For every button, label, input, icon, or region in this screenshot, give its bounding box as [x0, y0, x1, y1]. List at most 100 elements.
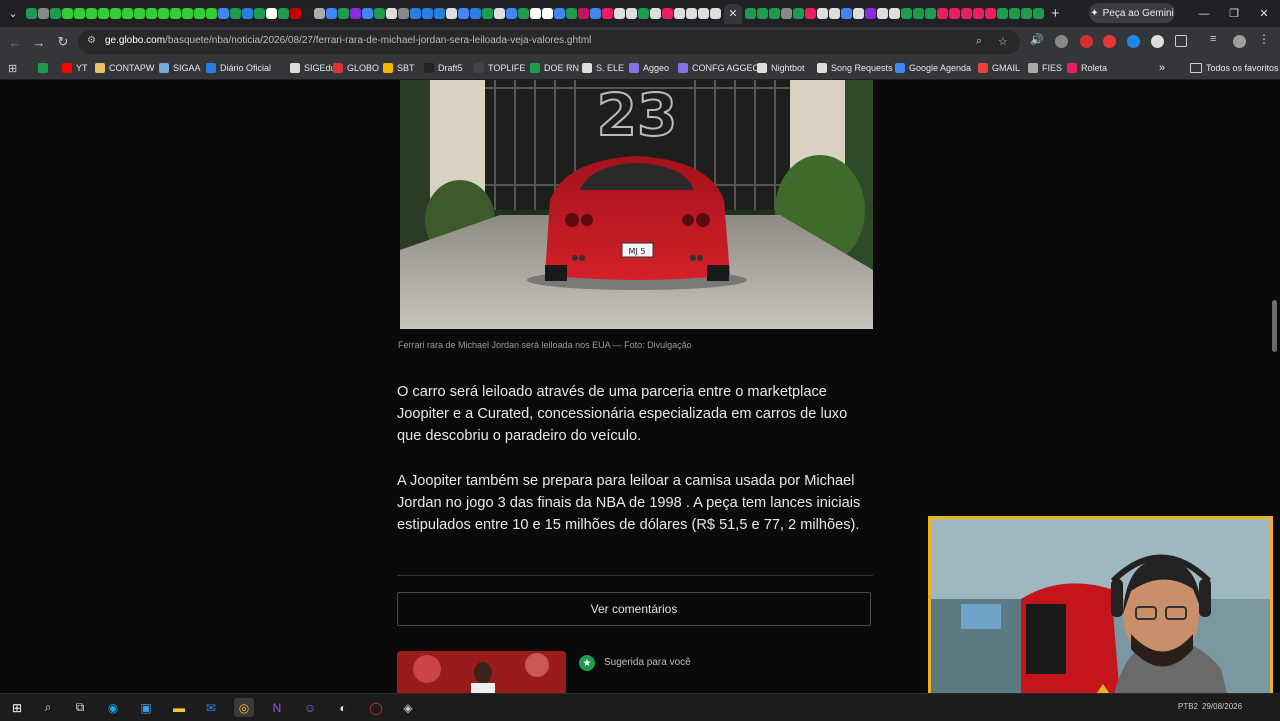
bookmark-item[interactable]: CONFG AGGEO [678, 61, 760, 75]
tab-favicon-icon[interactable] [374, 8, 385, 19]
forward-arrow-icon[interactable]: → [30, 33, 48, 51]
tab-favicon-icon[interactable] [194, 8, 205, 19]
extension-red-icon[interactable] [1080, 35, 1093, 48]
tab-favicon-icon[interactable] [841, 8, 852, 19]
tray-date[interactable]: 29/08/2026 [1202, 702, 1242, 711]
tab-favicon-icon[interactable] [482, 8, 493, 19]
search-icon[interactable]: ⌕ [38, 698, 58, 717]
browser-menu-icon[interactable]: ⋮ [1258, 32, 1271, 46]
tab-favicon-icon[interactable] [829, 8, 840, 19]
tab-favicon-icon[interactable] [410, 8, 421, 19]
tab-favicon-icon[interactable] [961, 8, 972, 19]
tab-favicon-icon[interactable] [62, 8, 73, 19]
windows-start-icon[interactable]: ⊞ [7, 698, 27, 717]
page-scrollbar[interactable] [1271, 80, 1278, 693]
tab-favicon-icon[interactable] [973, 8, 984, 19]
apps-grid-icon[interactable]: ⊞ [8, 61, 17, 75]
all-favorites-folder[interactable]: Todos os favoritos [1190, 61, 1279, 75]
bookmark-item[interactable]: Google Agenda [895, 61, 971, 75]
tray-language[interactable]: PTB2 [1178, 702, 1198, 711]
tab-favicon-icon[interactable] [182, 8, 193, 19]
tab-favicon-icon[interactable] [937, 8, 948, 19]
tab-favicon-icon[interactable] [745, 8, 756, 19]
onenote-icon[interactable]: N [267, 698, 287, 717]
tab-favicon-icon[interactable] [650, 8, 661, 19]
reading-list-icon[interactable]: ≡ [1210, 33, 1223, 46]
extensions-puzzle-icon[interactable] [1175, 35, 1187, 47]
tab-favicon-icon[interactable] [853, 8, 864, 19]
bookmark-item[interactable]: CONTAPW [95, 61, 154, 75]
tab-favicon-icon[interactable] [110, 8, 121, 19]
bookmark-item[interactable]: SBT [383, 61, 415, 75]
tab-favicon-icon[interactable] [578, 8, 589, 19]
suggested-article-thumbnail[interactable] [397, 651, 566, 695]
edge-icon[interactable]: ◉ [103, 698, 123, 717]
bookmark-item[interactable]: GLOBO [333, 61, 379, 75]
tab-favicon-icon[interactable] [518, 8, 529, 19]
tab-favicon-icon[interactable] [146, 8, 157, 19]
bookmark-item[interactable]: YT [62, 61, 88, 75]
tab-favicon-icon[interactable] [446, 8, 457, 19]
bookmark-item[interactable]: DOE RN [530, 61, 579, 75]
extension-blue-icon[interactable] [1127, 35, 1140, 48]
bookmark-star-icon[interactable]: ☆ [998, 35, 1008, 48]
bookmark-item[interactable]: S. ELE [582, 61, 624, 75]
bookmark-item[interactable]: Roleta [1067, 61, 1107, 75]
bookmarks-overflow-chevron[interactable]: » [1159, 61, 1165, 75]
tab-search-chevron-icon[interactable]: ⌄ [0, 0, 26, 27]
new-tab-icon[interactable]: + [1051, 5, 1060, 22]
minimize-icon[interactable]: — [1188, 0, 1220, 27]
tab-favicon-icon[interactable] [38, 8, 49, 19]
tab-favicon-icon[interactable] [554, 8, 565, 19]
tab-favicon-icon[interactable] [997, 8, 1008, 19]
tab-favicon-icon[interactable] [674, 8, 685, 19]
zoom-icon[interactable]: ⌕ [976, 35, 982, 48]
obs-icon[interactable]: ◐ [333, 698, 353, 717]
bookmark-item[interactable]: SIGAA [159, 61, 201, 75]
tab-favicon-icon[interactable] [530, 8, 541, 19]
tab-favicon-icon[interactable] [805, 8, 816, 19]
tab-favicon-icon[interactable] [338, 8, 349, 19]
tab-favicon-icon[interactable] [506, 8, 517, 19]
tab-favicon-icon[interactable] [98, 8, 109, 19]
tab-favicon-icon[interactable] [398, 8, 409, 19]
tab-favicon-icon[interactable] [710, 8, 721, 19]
tab-favicon-icon[interactable] [470, 8, 481, 19]
bookmark-item[interactable]: GMAIL [978, 61, 1020, 75]
tab-favicon-icon[interactable] [326, 8, 337, 19]
view-comments-button[interactable]: Ver comentários [397, 592, 871, 626]
tab-favicon-icon[interactable] [230, 8, 241, 19]
tab-favicon-icon[interactable] [290, 8, 301, 19]
steam-icon[interactable]: ◈ [398, 698, 418, 717]
reload-icon[interactable]: ↻ [54, 33, 72, 51]
scrollbar-thumb[interactable] [1272, 300, 1277, 352]
tab-favicon-icon[interactable] [614, 8, 625, 19]
tab-favicon-icon[interactable] [158, 8, 169, 19]
tab-favicon-icon[interactable] [949, 8, 960, 19]
tab-favicon-icon[interactable] [206, 8, 217, 19]
tab-favicon-icon[interactable] [590, 8, 601, 19]
tab-favicon-icon[interactable] [925, 8, 936, 19]
tab-favicon-icon[interactable] [757, 8, 768, 19]
tab-favicon-icon[interactable] [434, 8, 445, 19]
tab-favicon-icon[interactable] [362, 8, 373, 19]
bookmark-item[interactable] [38, 61, 48, 75]
active-tab-close-icon[interactable]: ✕ [724, 3, 742, 24]
site-info-icon[interactable]: ⚙ [87, 35, 99, 47]
tab-favicon-icon[interactable] [242, 8, 253, 19]
tab-favicon-icon[interactable] [278, 8, 289, 19]
red-app-icon[interactable]: ◯ [366, 698, 386, 717]
tab-favicon-icon[interactable] [1021, 8, 1032, 19]
tab-favicon-icon[interactable] [889, 8, 900, 19]
chrome-icon[interactable]: ◎ [234, 698, 254, 717]
tab-favicon-icon[interactable] [602, 8, 613, 19]
mail-icon[interactable]: ✉ [201, 698, 221, 717]
bookmark-item[interactable]: Song Requests [817, 61, 893, 75]
bookmark-item[interactable]: Aggeo [629, 61, 669, 75]
bookmark-item[interactable]: Nightbot [757, 61, 805, 75]
tab-favicon-icon[interactable] [302, 8, 313, 19]
tab-favicon-icon[interactable] [422, 8, 433, 19]
tab-favicon-icon[interactable] [626, 8, 637, 19]
tab-favicon-icon[interactable] [686, 8, 697, 19]
tab-favicon-icon[interactable] [134, 8, 145, 19]
